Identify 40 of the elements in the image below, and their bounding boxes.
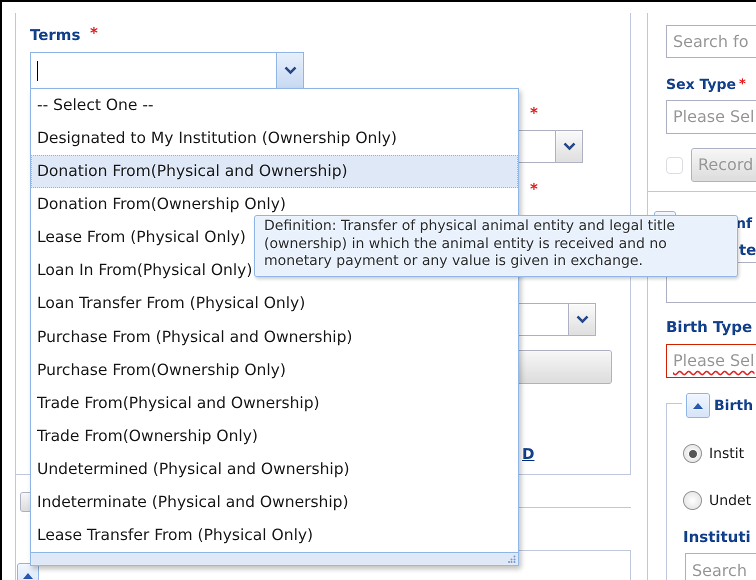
dropdown-option[interactable]: Purchase From (Physical and Ownership): [31, 320, 518, 354]
caret-up-icon: [692, 402, 704, 410]
sex-type-label: Sex Type: [666, 76, 736, 94]
birth-type-label: Birth Type: [666, 318, 752, 336]
dropdown-option[interactable]: Purchase From(Ownership Only): [31, 354, 518, 387]
dropdown-option[interactable]: Designated to My Institution (Ownership Only): [31, 122, 518, 156]
resize-grip-icon[interactable]: [508, 555, 516, 564]
required-mark: *: [530, 104, 538, 122]
required-mark: *: [739, 76, 746, 94]
terms-label: Terms: [30, 26, 80, 44]
caret-up-icon: [22, 572, 34, 580]
text-cursor: [37, 60, 38, 80]
link[interactable]: D: [522, 443, 534, 466]
institution-label: Instituti: [683, 528, 751, 546]
combo-input[interactable]: [30, 52, 277, 89]
collapse-button[interactable]: [686, 393, 710, 418]
dropdown-option[interactable]: Loan Transfer From (Physical Only): [31, 288, 518, 321]
tooltip: Definition: Transfer of physical animal entity and legal title (ownership) in which the animal entity is received and no monetary payment or any value is given in exchange.: [254, 215, 738, 276]
dropdown-option[interactable]: Undetermined (Physical and Ownership): [31, 453, 518, 486]
dropdown-option[interactable]: Trade From(Ownership Only): [31, 420, 518, 454]
dropdown-option[interactable]: Trade From(Physical and Ownership): [31, 386, 518, 420]
chevron-icon: [284, 66, 296, 75]
dropdown-trigger[interactable]: [276, 52, 304, 89]
radio-label: Instit: [709, 445, 744, 464]
section-title: te: [739, 241, 756, 259]
radio-button[interactable]: [683, 491, 702, 510]
required-mark: *: [90, 24, 98, 42]
dropdown-option[interactable]: Indeterminate (Physical and Ownership): [31, 486, 518, 520]
dropdown-trigger[interactable]: [555, 130, 583, 163]
dropdown-option[interactable]: -- Select One --: [31, 89, 518, 122]
dropdown-trigger[interactable]: [568, 303, 596, 336]
chevron-icon: [576, 315, 588, 324]
required-mark: *: [530, 180, 538, 198]
section-title: Birth: [714, 397, 754, 415]
dropdown-option[interactable]: Donation From(Physical and Ownership): [31, 155, 518, 188]
radio-label: Undet: [709, 492, 752, 511]
checkbox[interactable]: [666, 157, 683, 174]
dropdown-option[interactable]: Lease Transfer From (Physical Only): [31, 519, 518, 552]
chevron-icon: [562, 142, 576, 151]
radio-button[interactable]: [683, 444, 702, 463]
